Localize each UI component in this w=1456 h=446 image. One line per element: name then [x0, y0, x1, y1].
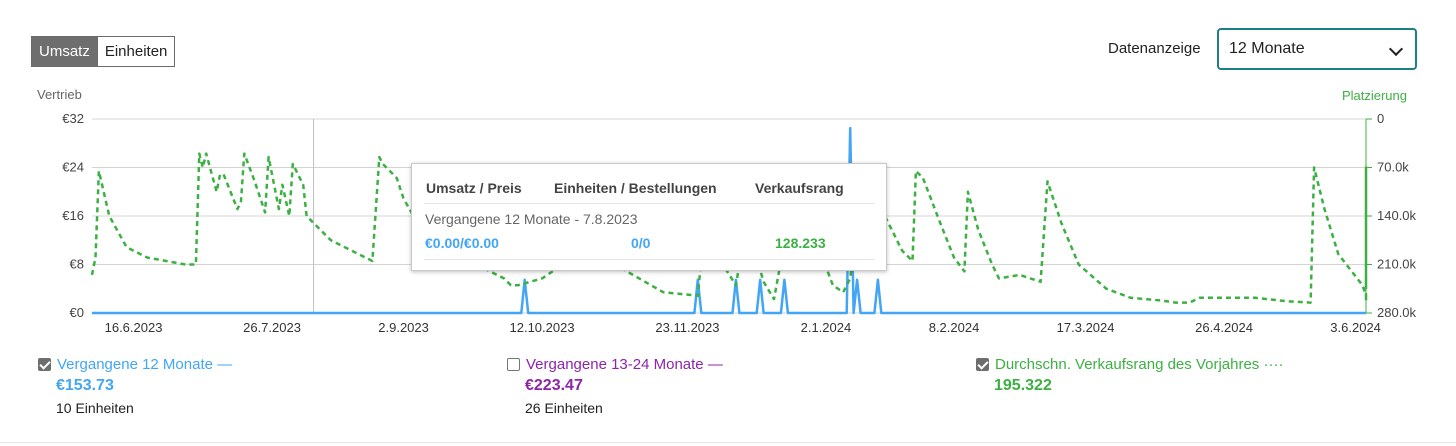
tooltip-header-units: Einheiten / Bestellungen — [554, 180, 717, 196]
metric-toggle: Umsatz Einheiten — [31, 36, 176, 67]
right-axis-ticks: 0 70.0k 140.0k 210.0k 280.0k — [1365, 111, 1417, 320]
range-label: Datenanzeige — [1108, 40, 1201, 57]
tooltip-units-orders: 0/0 — [631, 235, 651, 251]
y2-tick-label: 280.0k — [1377, 305, 1417, 320]
legend-checkbox-rank[interactable] — [976, 357, 989, 371]
legend-current-12-months: Vergangene 12 Monate — €153.73 10 Einhei… — [38, 355, 232, 416]
y-tick-label: €8 — [70, 257, 84, 272]
tooltip-divider — [424, 259, 874, 260]
tooltip-subtitle: Vergangene 12 Monate - 7.8.2023 — [425, 211, 638, 227]
legend-label-rank[interactable]: Durchschn. Verkaufsrang des Vorjahres — [995, 356, 1259, 373]
tooltip-header-revenue: Umsatz / Preis — [426, 180, 522, 196]
legend-checkbox-current[interactable] — [38, 357, 51, 371]
y2-tick-label: 210.0k — [1377, 257, 1417, 272]
tooltip-divider — [424, 203, 874, 204]
y-tick-label: €16 — [62, 208, 84, 223]
range-select-value: 12 Monate — [1229, 40, 1305, 57]
legend-label-current[interactable]: Vergangene 12 Monate — [57, 356, 213, 373]
x-tick-label: 2.1.2024 — [801, 320, 852, 335]
tooltip-rank: 128.233 — [775, 235, 826, 251]
x-tick-label: 26.7.2023 — [243, 320, 301, 335]
tooltip-header-rank: Verkaufsrang — [755, 180, 844, 196]
y-tick-label: €24 — [62, 160, 84, 175]
revenue-toggle-button[interactable]: Umsatz — [32, 37, 97, 66]
legend-average-rank: Durchschn. Verkaufsrang des Vorjahres ··… — [976, 355, 1283, 395]
x-tick-label: 12.10.2023 — [510, 320, 575, 335]
legend-marker-previous: — — [707, 355, 723, 373]
y2-tick-label: 140.0k — [1377, 208, 1417, 223]
legend-total-rank: 195.322 — [994, 377, 1052, 394]
y2-tick-label: 70.0k — [1377, 160, 1409, 175]
legend-total-current: €153.73 — [56, 377, 114, 394]
left-axis-ticks: €0 €8 €16 €24 €32 — [62, 111, 84, 320]
chevron-down-icon — [1388, 41, 1404, 57]
y-tick-label: €32 — [62, 111, 84, 126]
x-tick-label: 16.6.2023 — [105, 320, 163, 335]
y-tick-label: €0 — [70, 305, 84, 320]
legend-checkbox-previous[interactable] — [507, 357, 520, 371]
legend-units-previous: 26 Einheiten — [525, 400, 603, 416]
left-axis-title: Vertrieb — [37, 87, 82, 102]
chart-tooltip: Umsatz / Preis Einheiten / Bestellungen … — [411, 163, 887, 271]
legend-previous-13-24-months: Vergangene 13-24 Monate — €223.47 26 Ein… — [507, 355, 723, 416]
tooltip-revenue-price: €0.00/€0.00 — [425, 235, 499, 251]
legend-total-previous: €223.47 — [525, 377, 583, 394]
y2-tick-label: 0 — [1377, 111, 1384, 126]
x-tick-label: 23.11.2023 — [655, 320, 719, 335]
bottom-divider — [0, 442, 1456, 443]
x-tick-label: 3.6.2024 — [1330, 320, 1381, 335]
x-tick-label: 26.4.2024 — [1195, 320, 1253, 335]
x-axis-ticks: 16.6.2023 26.7.2023 2.9.2023 12.10.2023 23.1… — [105, 320, 1381, 335]
units-toggle-button[interactable]: Einheiten — [96, 37, 175, 66]
legend-units-current: 10 Einheiten — [56, 400, 134, 416]
x-tick-label: 8.2.2024 — [929, 320, 980, 335]
legend-label-previous[interactable]: Vergangene 13-24 Monate — [526, 356, 704, 373]
right-axis-title: Platzierung — [1342, 88, 1407, 103]
range-select[interactable]: 12 Monate — [1217, 28, 1417, 70]
x-tick-label: 17.3.2024 — [1057, 320, 1115, 335]
legend-marker-current: — — [217, 355, 233, 373]
x-tick-label: 2.9.2023 — [378, 320, 429, 335]
legend-marker-rank: ···· — [1263, 355, 1284, 373]
